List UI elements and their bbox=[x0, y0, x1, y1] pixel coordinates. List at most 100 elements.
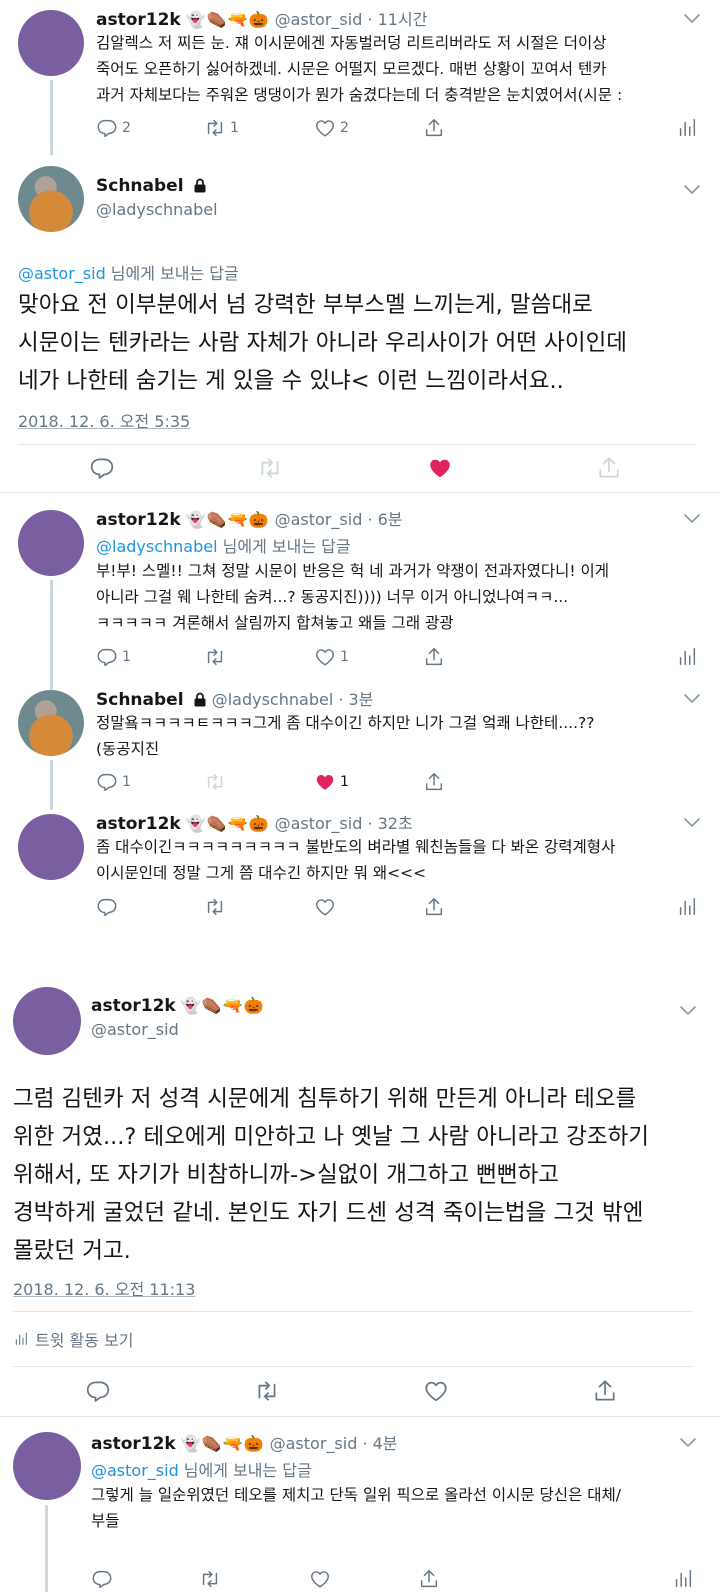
reply-button[interactable] bbox=[85, 1378, 111, 1404]
reply-button[interactable]: 2 bbox=[96, 117, 131, 139]
tweet-text: 부!부! 스멜!! 그쳐 정말 시문이 반응은 헉 네 과거가 약쟁이 전과자였… bbox=[96, 562, 610, 632]
tweet-date[interactable]: 2018. 12. 6. 오전 11:13 bbox=[13, 1276, 195, 1300]
author-handle[interactable]: @ladyschnabel bbox=[212, 690, 334, 709]
author-handle[interactable]: @astor_sid bbox=[275, 814, 363, 833]
retweet-button[interactable] bbox=[257, 455, 283, 481]
retweet-icon bbox=[204, 896, 226, 918]
tweet-time[interactable]: 6분 bbox=[378, 510, 403, 529]
chevron-down-icon[interactable] bbox=[682, 183, 702, 197]
author-name[interactable]: astor12k bbox=[91, 996, 176, 1016]
avatar[interactable] bbox=[18, 10, 84, 76]
reply-button[interactable]: 1 bbox=[96, 646, 131, 668]
like-button[interactable] bbox=[423, 1378, 449, 1404]
reply-icon bbox=[91, 1568, 113, 1590]
retweet-icon bbox=[204, 771, 226, 793]
retweet-button[interactable] bbox=[204, 646, 226, 668]
chevron-down-icon[interactable] bbox=[682, 512, 702, 526]
author-name[interactable]: astor12k bbox=[96, 10, 181, 30]
tweet-activity-link[interactable]: 트윗 활동 보기 bbox=[13, 1327, 134, 1351]
tweet-time[interactable]: 4분 bbox=[373, 1434, 398, 1453]
share-button[interactable] bbox=[423, 771, 445, 793]
chevron-down-icon[interactable] bbox=[678, 1004, 698, 1018]
share-button[interactable] bbox=[596, 455, 622, 481]
share-button[interactable] bbox=[423, 646, 445, 668]
like-button[interactable]: 1 bbox=[314, 771, 349, 793]
author-name[interactable]: astor12k bbox=[96, 510, 181, 530]
reply-icon bbox=[96, 771, 118, 793]
name-emoji: 👻⚰️🔫🎃 bbox=[180, 996, 265, 1015]
avatar[interactable] bbox=[13, 987, 81, 1055]
retweet-icon bbox=[204, 646, 226, 668]
analytics-button[interactable] bbox=[676, 646, 698, 668]
analytics-button[interactable] bbox=[676, 896, 698, 918]
tweet-text: 맞아요 전 이부분에서 넘 강력한 부부스멜 느끼는게, 말씀대로 시문이는 텐… bbox=[18, 292, 627, 394]
avatar[interactable] bbox=[18, 814, 84, 880]
chevron-down-icon[interactable] bbox=[678, 1436, 698, 1450]
share-button[interactable] bbox=[418, 1568, 440, 1590]
chevron-down-icon[interactable] bbox=[682, 12, 702, 26]
author-handle[interactable]: @ladyschnabel bbox=[96, 200, 218, 219]
avatar[interactable] bbox=[18, 166, 84, 232]
chevron-down-icon[interactable] bbox=[682, 692, 702, 706]
reply-button[interactable] bbox=[89, 455, 115, 481]
avatar[interactable] bbox=[18, 510, 84, 576]
reply-to-link[interactable]: @astor_sid bbox=[91, 1461, 179, 1480]
retweet-icon bbox=[204, 117, 226, 139]
like-button[interactable] bbox=[427, 455, 453, 481]
like-button[interactable]: 2 bbox=[314, 117, 349, 139]
heart-icon bbox=[309, 1568, 331, 1590]
heart-icon bbox=[423, 1378, 449, 1404]
reply-to-link[interactable]: @ladyschnabel bbox=[96, 537, 218, 556]
replying-to: @astor_sid 님에게 보내는 답글 bbox=[18, 264, 239, 283]
like-button[interactable]: 1 bbox=[314, 646, 349, 668]
retweet-button[interactable] bbox=[204, 771, 226, 793]
author-handle[interactable]: @astor_sid bbox=[91, 1020, 179, 1039]
stats-icon bbox=[676, 117, 698, 139]
tweet-text: 그렇게 늘 일순위였던 테오를 제치고 단독 일위 픽으로 올라선 이시문 당신… bbox=[91, 1486, 622, 1530]
reply-button[interactable] bbox=[91, 1568, 113, 1590]
author-name-row: Schnabel bbox=[96, 176, 207, 196]
replying-to: @astor_sid 님에게 보내는 답글 bbox=[91, 1461, 312, 1480]
avatar[interactable] bbox=[18, 690, 84, 756]
replying-to: @ladyschnabel 님에게 보내는 답글 bbox=[96, 537, 351, 556]
retweet-button[interactable] bbox=[254, 1378, 280, 1404]
reply-button[interactable]: 1 bbox=[96, 771, 131, 793]
tweet-time[interactable]: 32초 bbox=[378, 814, 413, 833]
tweet-time[interactable]: 3분 bbox=[349, 690, 374, 709]
tweet-text: 정말욬ㅋㅋㅋㅋㅌㅋㅋㅋ그게 좀 대수이긴 하지만 니가 그걸 엌쾌 나한테...… bbox=[96, 714, 595, 758]
tweet-time[interactable]: 11시간 bbox=[378, 10, 428, 29]
avatar[interactable] bbox=[13, 1432, 81, 1500]
analytics-button[interactable] bbox=[672, 1568, 694, 1590]
tweet-date[interactable]: 2018. 12. 6. 오전 5:35 bbox=[18, 408, 190, 432]
share-button[interactable] bbox=[592, 1378, 618, 1404]
author-handle[interactable]: @astor_sid bbox=[275, 10, 363, 29]
heart-filled-icon bbox=[427, 455, 453, 481]
like-button[interactable] bbox=[314, 896, 336, 918]
stats-icon bbox=[13, 1331, 29, 1347]
author-name[interactable]: astor12k bbox=[91, 1434, 176, 1454]
retweet-button[interactable] bbox=[199, 1568, 221, 1590]
heart-icon bbox=[314, 117, 336, 139]
analytics-button[interactable] bbox=[676, 117, 698, 139]
retweet-icon bbox=[199, 1568, 221, 1590]
reply-to-link[interactable]: @astor_sid bbox=[18, 264, 106, 283]
author-handle[interactable]: @astor_sid bbox=[270, 1434, 358, 1453]
share-button[interactable] bbox=[423, 896, 445, 918]
retweet-button[interactable]: 1 bbox=[204, 117, 239, 139]
divider bbox=[13, 1311, 693, 1312]
author-name[interactable]: Schnabel bbox=[96, 176, 184, 196]
author-name[interactable]: Schnabel bbox=[96, 690, 184, 710]
retweet-button[interactable] bbox=[204, 896, 226, 918]
author-name[interactable]: astor12k bbox=[96, 814, 181, 834]
thread-line bbox=[50, 580, 53, 690]
share-icon bbox=[418, 1568, 440, 1590]
author-handle[interactable]: @astor_sid bbox=[275, 510, 363, 529]
tweet-header: astor12k 👻⚰️🔫🎃 @astor_sid · 32초 bbox=[96, 814, 413, 834]
share-button[interactable] bbox=[423, 117, 445, 139]
thread-line bbox=[45, 1505, 48, 1592]
chevron-down-icon[interactable] bbox=[682, 816, 702, 830]
tweet-text: 김알렉스 저 찌든 눈. 쟤 이시문에겐 자동벌러덩 리트리버라도 저 시절은 … bbox=[96, 34, 623, 104]
reply-button[interactable] bbox=[96, 896, 118, 918]
reply-icon bbox=[96, 646, 118, 668]
like-button[interactable] bbox=[309, 1568, 331, 1590]
